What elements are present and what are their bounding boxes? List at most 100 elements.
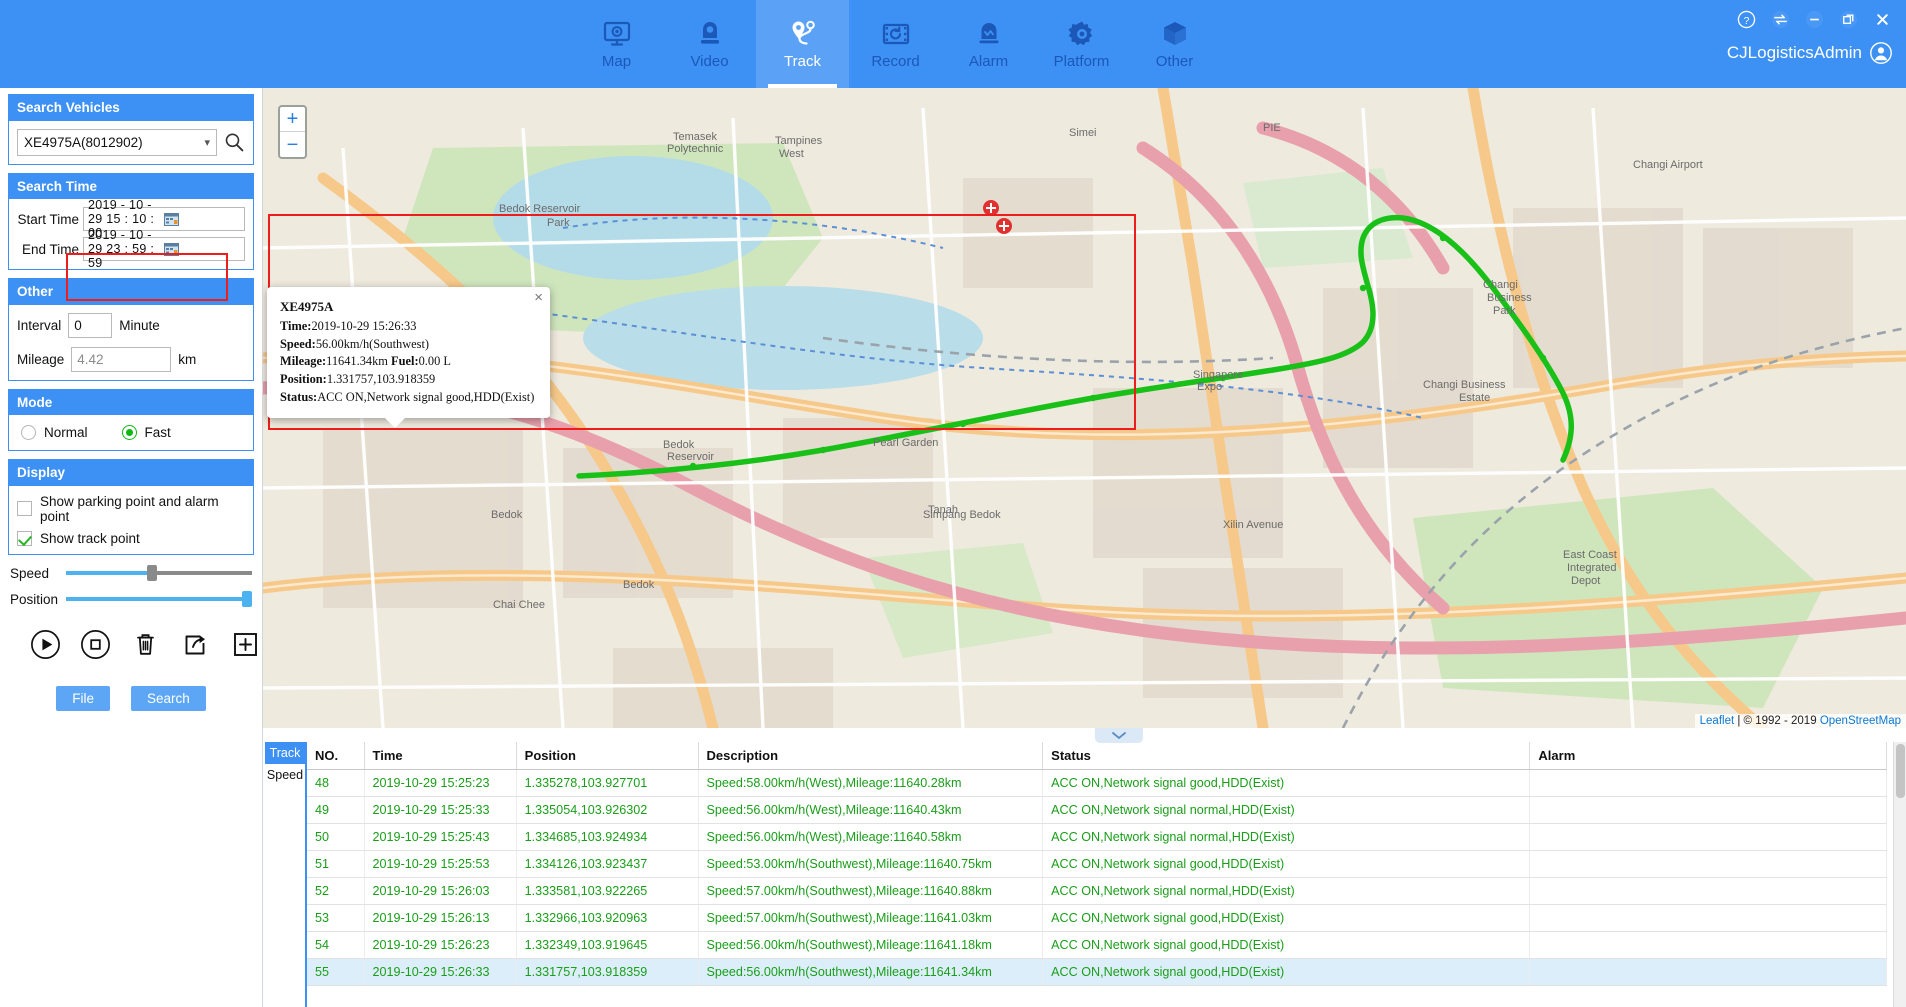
table-scrollbar[interactable] [1893,742,1906,1007]
column-header[interactable]: Position [516,742,699,770]
openstreetmap-link[interactable]: OpenStreetMap [1820,715,1901,727]
alarm-bell-icon [974,19,1004,49]
zoom-in-button[interactable]: + [280,107,305,132]
table-row[interactable]: 48 2019-10-29 15:25:23 1.335278,103.927701… [307,769,1887,797]
other-title: Other [9,279,253,305]
vehicle-select[interactable]: XE4975A(8012902) [17,128,217,156]
minimize-icon[interactable] [1805,10,1824,29]
nav-item-record[interactable]: Record [849,0,942,88]
svg-text:Bedok: Bedok [623,579,655,591]
export-button[interactable] [180,629,211,660]
column-header[interactable]: NO. [307,742,365,770]
cell-description: Speed:53.00km/h(Southwest),Mileage:11640… [698,850,1044,878]
switch-icon[interactable] [1771,10,1790,29]
mileage-input[interactable] [71,346,172,372]
tab-track[interactable]: Track [265,742,305,764]
map-zoom-controls: + − [278,105,307,159]
nav-item-video[interactable]: Video [663,0,756,88]
cell-alarm [1529,796,1887,824]
radio-dot-selected [121,425,137,441]
svg-text:Estate: Estate [1459,392,1490,404]
nav-item-other[interactable]: Other [1128,0,1221,88]
search-button[interactable]: Search [130,685,206,711]
checkbox-show-parking-point[interactable]: Show parking point and alarm point [17,494,245,524]
user-area[interactable]: CJLogisticsAdmin [1727,42,1892,64]
mileage-row: Mileage km [17,346,245,372]
cell-alarm [1529,931,1887,959]
interval-input[interactable] [68,312,113,338]
position-slider-thumb[interactable] [242,591,252,608]
table-row[interactable]: 52 2019-10-29 15:26:03 1.333581,103.922265… [307,877,1887,905]
svg-text:Temasek: Temasek [673,131,718,143]
cell-description: Speed:56.00km/h(Southwest),Mileage:11641… [698,931,1044,959]
nav-item-label: Platform [1053,53,1110,70]
maximize-icon[interactable] [1839,10,1858,29]
file-button[interactable]: File [56,685,110,711]
play-button[interactable] [30,629,61,660]
column-header[interactable]: Time [364,742,517,770]
table-row[interactable]: 51 2019-10-29 15:25:53 1.334126,103.923437… [307,850,1887,878]
zoom-out-button[interactable]: − [280,132,305,157]
popup-time-line: Time:2019-10-29 15:26:33 Speed:56.00km/h… [280,318,537,353]
popup-mileage-value: 11641.34km [326,354,392,369]
app-header: Map Video Track Record Alarm Platform Other ? … [0,0,1906,88]
table-row[interactable]: 53 2019-10-29 15:26:13 1.332966,103.920963… [307,904,1887,932]
position-slider[interactable] [66,591,252,608]
table-row[interactable]: 50 2019-10-29 15:25:43 1.334685,103.924934… [307,823,1887,851]
column-header[interactable]: Alarm [1529,742,1887,770]
avatar [1870,42,1892,64]
svg-text:Park: Park [547,217,570,229]
search-icon[interactable] [223,131,245,153]
svg-text:Simei: Simei [1069,127,1097,139]
svg-text:East Coast: East Coast [1563,549,1617,561]
table-row[interactable]: 55 2019-10-29 15:26:33 1.331757,103.918359… [307,958,1887,986]
map-area[interactable]: Bedok Reservoir Park Tampines West Temas… [263,88,1906,728]
mode-radio-fast[interactable]: Fast [121,425,171,441]
nav-item-track[interactable]: Track [756,0,849,88]
cell-status: ACC ON,Network signal good,HDD(Exist) [1042,958,1531,986]
svg-text:Bedok Reservoir: Bedok Reservoir [499,203,581,215]
mode-panel: Mode Normal Fast [8,388,254,452]
collapse-panel-handle[interactable] [1095,728,1143,743]
cell-time: 2019-10-29 15:26:33 [364,958,517,986]
mileage-unit: km [178,351,197,367]
nav-item-label: Video [690,53,729,70]
calendar-icon[interactable] [164,242,240,256]
end-time-label: End Time [21,241,79,257]
speed-slider-thumb[interactable] [146,565,157,582]
delete-button[interactable] [130,629,161,660]
cell-alarm [1529,904,1887,932]
help-icon[interactable]: ? [1737,10,1756,29]
speed-slider[interactable] [66,565,252,582]
nav-item-map[interactable]: Map [570,0,663,88]
end-time-input[interactable]: 2019 - 10 - 29 23 : 59 : 59 [83,228,245,270]
svg-text:Park: Park [1493,305,1516,317]
cell-alarm [1529,958,1887,986]
mode-radio-normal[interactable]: Normal [21,425,88,441]
table-row[interactable]: 54 2019-10-29 15:26:23 1.332349,103.919645… [307,931,1887,959]
cell-time: 2019-10-29 15:26:13 [364,904,517,932]
checkbox-show-track-point[interactable]: Show track point [17,530,245,546]
add-button[interactable] [230,629,261,660]
stop-button[interactable] [80,629,111,660]
leaflet-link[interactable]: Leaflet [1700,715,1735,727]
column-header[interactable]: Status [1042,742,1531,770]
window-controls: ? [1737,10,1892,29]
column-header[interactable]: Description [698,742,1044,770]
nav-item-platform[interactable]: Platform [1035,0,1128,88]
cell-position: 1.334685,103.924934 [516,823,699,851]
nav-item-alarm[interactable]: Alarm [942,0,1035,88]
speed-slider-row: Speed [10,565,252,582]
calendar-icon[interactable] [164,212,240,226]
close-icon[interactable] [1873,10,1892,29]
cell-position: 1.331757,103.918359 [516,958,699,986]
cell-position: 1.333581,103.922265 [516,877,699,905]
tab-speed[interactable]: Speed [265,764,305,786]
svg-text:?: ? [1744,16,1750,27]
scrollbar-thumb[interactable] [1896,744,1905,798]
popup-close-icon[interactable]: × [534,290,543,305]
table-row[interactable]: 49 2019-10-29 15:25:33 1.335054,103.926302… [307,796,1887,824]
svg-text:Xilin Avenue: Xilin Avenue [1223,519,1283,531]
attribution-separator: | © 1992 - 2019 [1734,715,1820,727]
other-panel: Other Interval Minute Mileage km [8,278,254,381]
